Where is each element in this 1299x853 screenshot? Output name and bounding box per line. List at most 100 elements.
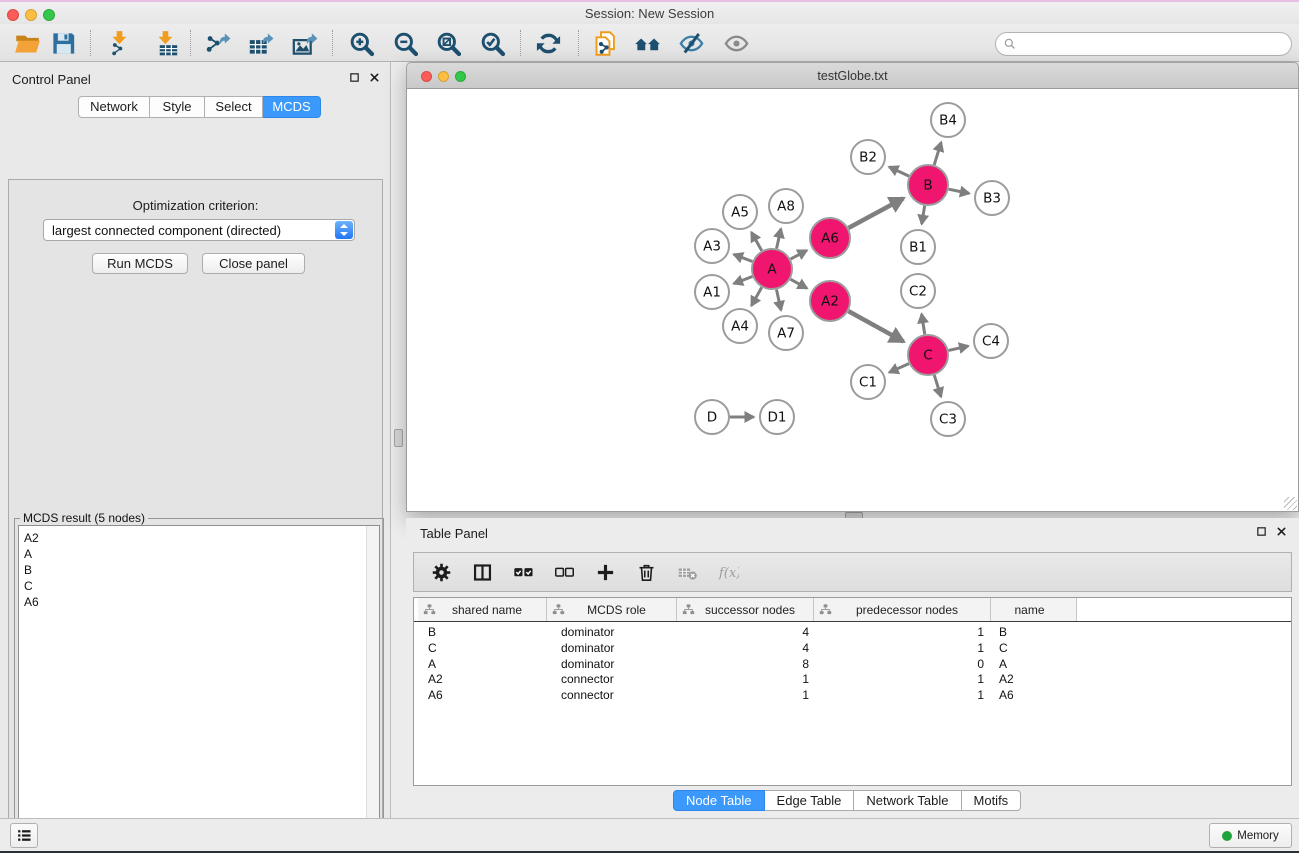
memory-button[interactable]: Memory — [1209, 823, 1292, 848]
graph-edge-A2-C[interactable] — [848, 311, 903, 341]
window-resize-grip[interactable] — [1284, 497, 1297, 510]
cell-MCDS-role[interactable]: dominator — [547, 656, 677, 672]
export-image-icon[interactable] — [289, 28, 319, 58]
tab-node-table[interactable]: Node Table — [673, 790, 765, 811]
column-header-predecessor-nodes[interactable]: predecessor nodes — [814, 598, 991, 621]
cell-name[interactable]: A2 — [991, 671, 1077, 687]
cell-shared-name[interactable]: A — [418, 656, 547, 672]
cell-shared-name[interactable]: C — [418, 640, 547, 656]
cell-MCDS-role[interactable]: connector — [547, 687, 677, 703]
tab-motifs[interactable]: Motifs — [962, 790, 1022, 811]
hide-selected-icon[interactable] — [676, 28, 706, 58]
cell-predecessor-nodes[interactable]: 1 — [814, 624, 991, 640]
close-panel-icon[interactable] — [369, 72, 380, 83]
result-list-scrollbar[interactable] — [366, 526, 379, 853]
search-box[interactable] — [995, 32, 1292, 56]
export-network-icon[interactable] — [202, 28, 232, 58]
cell-successor-nodes[interactable]: 4 — [677, 624, 814, 640]
cell-MCDS-role[interactable]: dominator — [547, 640, 677, 656]
zoom-in-icon[interactable] — [346, 28, 376, 58]
cell-name[interactable]: C — [991, 640, 1077, 656]
column-header-shared-name[interactable]: shared name — [418, 598, 547, 621]
table-row-B[interactable]: Bdominator41B — [414, 624, 1291, 640]
cell-predecessor-nodes[interactable]: 0 — [814, 656, 991, 672]
mcds-result-list[interactable]: A2ABCA6 — [18, 525, 380, 853]
graph-edge-A6-B[interactable] — [848, 198, 903, 228]
graph-edge-A-A3[interactable] — [734, 254, 753, 261]
cell-predecessor-nodes[interactable]: 1 — [814, 640, 991, 656]
table-row-A2[interactable]: A2connector11A2 — [414, 671, 1291, 687]
column-header-successor-nodes[interactable]: successor nodes — [677, 598, 814, 621]
graph-edge-A-A5[interactable] — [751, 232, 761, 250]
cell-shared-name[interactable]: A2 — [418, 671, 547, 687]
column-header-MCDS-role[interactable]: MCDS role — [547, 598, 677, 621]
graph-edge-C-C1[interactable] — [889, 364, 909, 373]
cell-predecessor-nodes[interactable]: 1 — [814, 671, 991, 687]
select-all-columns-icon[interactable] — [510, 559, 536, 585]
show-columns-icon[interactable] — [469, 559, 495, 585]
create-column-icon[interactable] — [592, 559, 618, 585]
cell-name[interactable]: A — [991, 656, 1077, 672]
show-panels-button[interactable] — [10, 823, 38, 848]
close-table-panel-icon[interactable] — [1276, 526, 1287, 537]
optimization-criterion-select[interactable]: largest connected component (directed) — [43, 219, 355, 241]
cell-successor-nodes[interactable]: 8 — [677, 656, 814, 672]
table-row-A6[interactable]: A6connector11A6 — [414, 687, 1291, 703]
cell-MCDS-role[interactable]: dominator — [547, 624, 677, 640]
tab-mcds[interactable]: MCDS — [263, 96, 321, 118]
import-network-icon[interactable] — [105, 28, 135, 58]
tab-network[interactable]: Network — [78, 96, 150, 118]
graph-edge-B-B1[interactable] — [922, 206, 925, 224]
vertical-split-handle[interactable] — [394, 429, 403, 447]
cell-successor-nodes[interactable]: 1 — [677, 687, 814, 703]
float-table-panel-icon[interactable] — [1256, 526, 1267, 537]
graph-edge-A-A6[interactable] — [791, 250, 807, 259]
open-file-icon[interactable] — [12, 28, 42, 58]
graph-edge-A-A1[interactable] — [734, 277, 753, 284]
delete-columns-icon[interactable] — [633, 559, 659, 585]
table-row-C[interactable]: Cdominator41C — [414, 640, 1291, 656]
close-panel-button[interactable]: Close panel — [202, 253, 305, 274]
tab-network-table[interactable]: Network Table — [854, 790, 961, 811]
graph-edge-A-A8[interactable] — [777, 229, 781, 249]
cell-successor-nodes[interactable]: 1 — [677, 671, 814, 687]
zoom-selected-icon[interactable] — [477, 28, 507, 58]
graph-edge-B-B4[interactable] — [934, 142, 941, 165]
network-window-titlebar[interactable]: testGlobe.txt — [406, 62, 1299, 89]
new-network-from-selection-icon[interactable] — [590, 28, 620, 58]
graph-edge-A-A4[interactable] — [751, 287, 761, 305]
first-neighbors-icon[interactable] — [632, 28, 662, 58]
cell-shared-name[interactable]: B — [418, 624, 547, 640]
column-header-name[interactable]: name — [991, 598, 1077, 621]
graph-edge-A-A7[interactable] — [776, 290, 781, 311]
table-settings-icon[interactable] — [428, 559, 454, 585]
graph-edge-A-A2[interactable] — [790, 279, 807, 288]
cell-shared-name[interactable]: A6 — [418, 687, 547, 703]
float-panel-icon[interactable] — [349, 72, 360, 83]
refresh-layout-icon[interactable] — [533, 28, 563, 58]
graph-edge-B-B2[interactable] — [889, 167, 909, 176]
table-row-A[interactable]: Adominator80A — [414, 656, 1291, 672]
tab-select[interactable]: Select — [205, 96, 263, 118]
cell-MCDS-role[interactable]: connector — [547, 671, 677, 687]
graph-edge-C-C3[interactable] — [934, 375, 941, 397]
run-mcds-button[interactable]: Run MCDS — [92, 253, 188, 274]
graph-edge-C-C2[interactable] — [922, 314, 925, 334]
zoom-fit-icon[interactable] — [433, 28, 463, 58]
show-all-icon[interactable] — [721, 28, 751, 58]
zoom-out-icon[interactable] — [390, 28, 420, 58]
save-session-icon[interactable] — [48, 28, 78, 58]
cell-name[interactable]: B — [991, 624, 1077, 640]
cell-name[interactable]: A6 — [991, 687, 1077, 703]
import-table-icon[interactable] — [151, 28, 181, 58]
tab-style[interactable]: Style — [150, 96, 205, 118]
search-input[interactable] — [1020, 34, 1286, 54]
network-canvas[interactable]: AA1A2A3A4A5A6A7A8BB1B2B3B4CC1C2C3C4DD1 — [406, 89, 1299, 512]
export-table-icon[interactable] — [245, 28, 275, 58]
graph-edge-B-B3[interactable] — [949, 189, 970, 193]
graph-edge-C-C4[interactable] — [948, 346, 968, 350]
tab-edge-table[interactable]: Edge Table — [765, 790, 855, 811]
cell-predecessor-nodes[interactable]: 1 — [814, 687, 991, 703]
cell-successor-nodes[interactable]: 4 — [677, 640, 814, 656]
deselect-all-columns-icon[interactable] — [551, 559, 577, 585]
